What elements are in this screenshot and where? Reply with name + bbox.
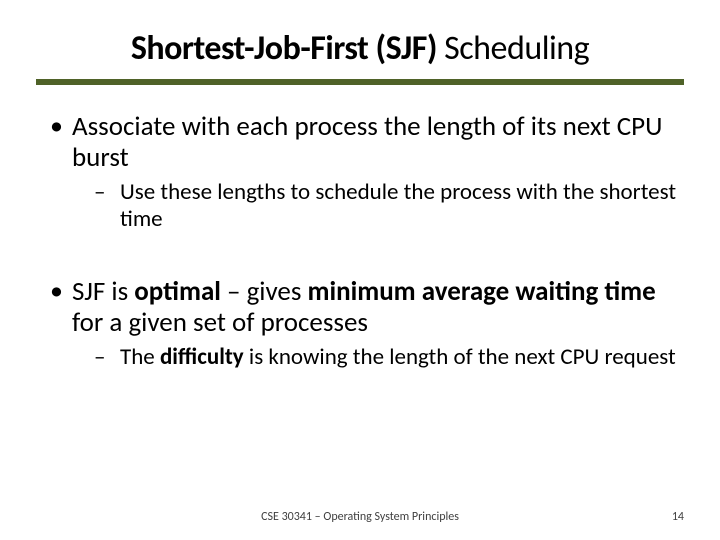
- bullet-2-mid: – gives: [221, 275, 308, 308]
- bullet-2-1: The difficulty is knowing the length of …: [94, 344, 684, 370]
- footer: CSE 30341 – Operating System Principles …: [0, 510, 720, 524]
- bullet-2-1-bold: difficulty: [160, 343, 244, 371]
- footer-page: 14: [654, 510, 684, 524]
- title-rule: [36, 79, 684, 85]
- title-rest: Scheduling: [437, 28, 589, 69]
- bullet-2-sublist: The difficulty is knowing the length of …: [72, 344, 684, 370]
- bullet-2-bold1: optimal: [134, 275, 221, 308]
- bullet-1-sublist: Use these lengths to schedule the proces…: [72, 179, 684, 232]
- bullet-2: SJF is optimal – gives minimum average w…: [46, 276, 684, 371]
- bullet-2-bold2: minimum average waiting time: [308, 275, 656, 308]
- spacer: [36, 240, 684, 276]
- bullet-2-pre: SJF is: [72, 275, 134, 308]
- slide: Shortest-Job-First (SJF) Scheduling Asso…: [0, 0, 720, 540]
- bullet-1-1-text: Use these lengths to schedule the proces…: [120, 178, 676, 232]
- bullet-2-1-pre: The: [120, 343, 160, 371]
- footer-course: CSE 30341 – Operating System Principles: [66, 510, 654, 524]
- slide-title: Shortest-Job-First (SJF) Scheduling: [36, 28, 684, 79]
- bullet-1-1: Use these lengths to schedule the proces…: [94, 179, 684, 232]
- bullet-1-text: Associate with each process the length o…: [72, 110, 662, 174]
- bullet-list: Associate with each process the length o…: [36, 111, 684, 232]
- title-bold: Shortest-Job-First (SJF): [131, 28, 437, 69]
- bullet-list-2: SJF is optimal – gives minimum average w…: [36, 276, 684, 371]
- bullet-1: Associate with each process the length o…: [46, 111, 684, 232]
- bullet-2-1-post: is knowing the length of the next CPU re…: [244, 343, 676, 371]
- bullet-2-post: for a given set of processes: [72, 306, 368, 339]
